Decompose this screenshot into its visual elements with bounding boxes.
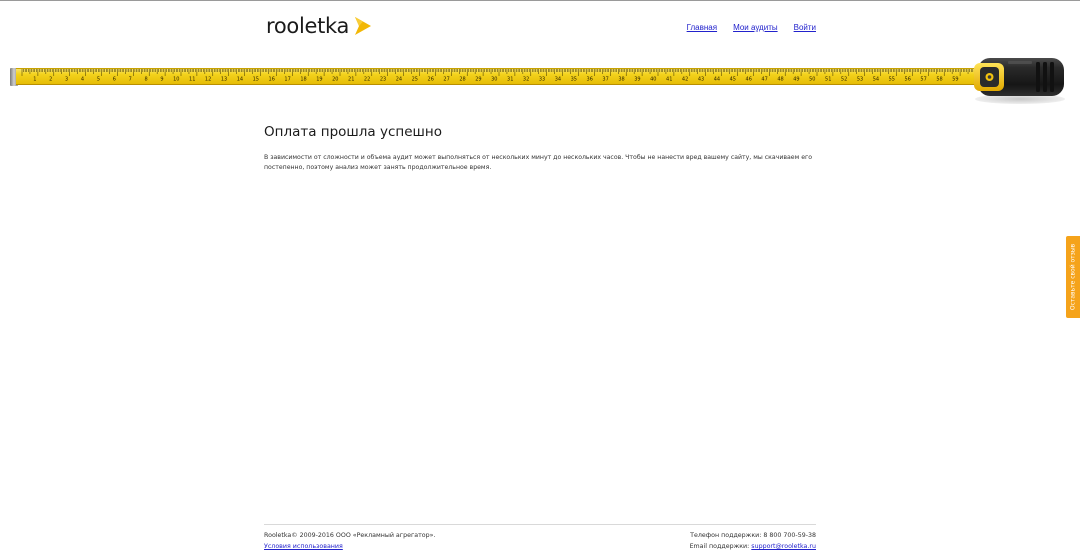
- tape-measure-banner: 1 2 3 4 5 6 7 8 9 10 11 12 13 14 15 16 17 18 19 20 21 22 23 24 2…: [0, 56, 1080, 106]
- tape-number: 30: [491, 77, 497, 83]
- feedback-tab-label: Оставьте свой отзыв: [1069, 243, 1077, 311]
- page-description: В зависимости от сложности и объема ауди…: [264, 154, 813, 171]
- tape-number: 47: [761, 77, 767, 83]
- logo-text: rooletka: [266, 14, 350, 38]
- footer-left: Rooletka© 2009-2016 ООО «Рекламный агрег…: [264, 530, 436, 552]
- logo[interactable]: rooletka: [266, 14, 372, 38]
- nav-home-link[interactable]: Главная: [687, 23, 717, 32]
- tape-number: 40: [650, 77, 656, 83]
- top-border: [0, 0, 1080, 1]
- tape-number: 17: [284, 77, 290, 83]
- tape-number: 9: [160, 77, 163, 83]
- tape-number: 3: [65, 77, 68, 83]
- tape-number: 5: [97, 77, 100, 83]
- tape-number: 22: [364, 77, 370, 83]
- tape-strip: 1 2 3 4 5 6 7 8 9 10 11 12 13 14 15 16 17 18 19 20 21 22 23 24 2…: [16, 68, 978, 85]
- tape-number: 44: [714, 77, 720, 83]
- support-email-label: Email поддержки:: [689, 543, 750, 550]
- tape-number: 33: [539, 77, 545, 83]
- tape-number: 16: [269, 77, 275, 83]
- tape-number: 15: [253, 77, 259, 83]
- tape-number: 14: [237, 77, 243, 83]
- copyright-text: Rooletka© 2009-2016 ООО «Рекламный агрег…: [264, 532, 436, 539]
- tape-number: 23: [380, 77, 386, 83]
- tape-number: 1: [33, 77, 36, 83]
- tape-number: 36: [587, 77, 593, 83]
- tape-number: 8: [145, 77, 148, 83]
- tape-number: 52: [841, 77, 847, 83]
- tape-number: 29: [475, 77, 481, 83]
- tape-number: 32: [523, 77, 529, 83]
- tape-number: 59: [952, 77, 958, 83]
- tape-number: 45: [730, 77, 736, 83]
- main-nav: Главная Мои аудиты Войти: [687, 23, 816, 32]
- tape-number: 54: [873, 77, 879, 83]
- tape-number: 48: [777, 77, 783, 83]
- nav-login-link[interactable]: Войти: [794, 23, 816, 32]
- tape-number: 26: [428, 77, 434, 83]
- tape-number: 28: [459, 77, 465, 83]
- logo-arrow-icon: [355, 17, 372, 35]
- tape-number: 7: [129, 77, 132, 83]
- tape-number: 49: [793, 77, 799, 83]
- feedback-tab[interactable]: Оставьте свой отзыв: [1066, 236, 1080, 318]
- tape-number: 56: [905, 77, 911, 83]
- tape-number: 19: [316, 77, 322, 83]
- tape-number: 58: [936, 77, 942, 83]
- tape-number: 4: [81, 77, 84, 83]
- tape-number: 12: [205, 77, 211, 83]
- tape-number: 18: [300, 77, 306, 83]
- tape-number: 53: [857, 77, 863, 83]
- tape-number: 57: [920, 77, 926, 83]
- tape-number: 10: [173, 77, 179, 83]
- tape-number: 11: [189, 77, 195, 83]
- tape-number: 13: [221, 77, 227, 83]
- main-content: Оплата прошла успешно В зависимости от с…: [264, 124, 816, 173]
- tape-number: 2: [49, 77, 52, 83]
- support-phone: Телефон поддержки: 8 800 700-59-38: [690, 532, 816, 539]
- tape-number: 6: [113, 77, 116, 83]
- tape-number: 43: [698, 77, 704, 83]
- tape-number: 55: [889, 77, 895, 83]
- tape-number: 37: [602, 77, 608, 83]
- tape-number: 51: [825, 77, 831, 83]
- tape-number: 39: [634, 77, 640, 83]
- page-title: Оплата прошла успешно: [264, 124, 442, 140]
- tape-number: 24: [396, 77, 402, 83]
- tape-number: 42: [682, 77, 688, 83]
- terms-link[interactable]: Условия использования: [264, 543, 343, 550]
- tape-number: 38: [618, 77, 624, 83]
- tape-number: 27: [443, 77, 449, 83]
- tape-measure-case-icon: [974, 58, 1064, 96]
- footer-right: Телефон поддержки: 8 800 700-59-38 Email…: [690, 530, 816, 552]
- nav-my-audits-link[interactable]: Мои аудиты: [733, 23, 778, 32]
- tape-number: 21: [348, 77, 354, 83]
- tape-number: 34: [555, 77, 561, 83]
- site-header: rooletka Главная Мои аудиты Войти: [264, 12, 816, 44]
- tape-number: 46: [746, 77, 752, 83]
- tape-ruler-ticks: 1 2 3 4 5 6 7 8 9 10 11 12 13 14 15 16 17 18 19 20 21 22 23 24 2…: [21, 69, 974, 83]
- support-email-line: Email поддержки: support@rooletka.ru: [690, 541, 816, 552]
- tape-number: 20: [332, 77, 338, 83]
- support-email-link[interactable]: support@rooletka.ru: [751, 543, 816, 550]
- tape-number: 50: [809, 77, 815, 83]
- tape-number: 35: [571, 77, 577, 83]
- tape-number: 25: [412, 77, 418, 83]
- footer-divider: [264, 524, 816, 525]
- tape-number: 41: [666, 77, 672, 83]
- tape-number: 31: [507, 77, 513, 83]
